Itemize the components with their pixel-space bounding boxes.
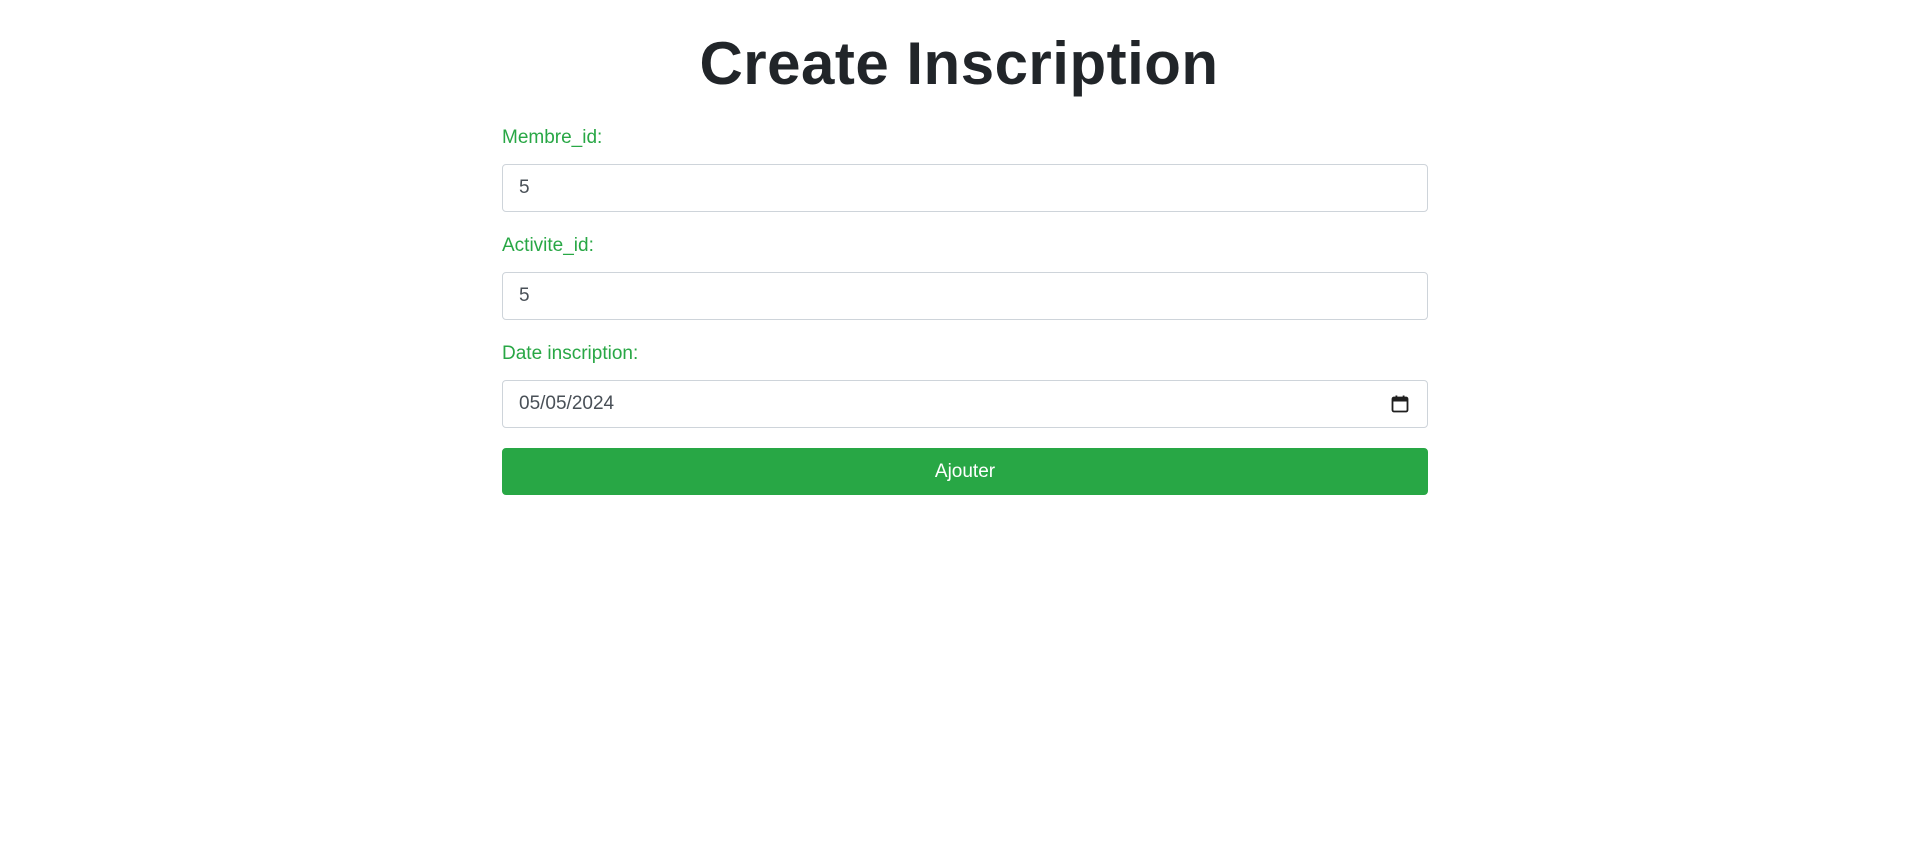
activite-id-field-group: Activite_id: 5 [502, 232, 1428, 320]
calendar-icon[interactable] [1391, 395, 1409, 413]
calendar-icon-svg [1391, 395, 1409, 413]
date-inscription-label: Date inscription: [502, 343, 639, 364]
membre-id-input[interactable]: 5 [502, 164, 1428, 212]
page: Create Inscription Membre_id: 5 Activite… [0, 0, 1918, 855]
ajouter-button[interactable]: Ajouter [502, 448, 1428, 495]
membre-id-value: 5 [519, 177, 530, 198]
date-inscription-field-group: Date inscription: 05/05/2024 [502, 340, 1428, 428]
date-inscription-value: 05/05/2024 [519, 393, 615, 414]
page-title: Create Inscription [699, 30, 1219, 97]
activite-id-label: Activite_id: [502, 235, 594, 256]
inscription-form: Membre_id: 5 Activite_id: 5 Date inscrip… [502, 124, 1428, 495]
membre-id-field-group: Membre_id: 5 [502, 124, 1428, 212]
activite-id-value: 5 [519, 285, 530, 306]
date-inscription-input[interactable]: 05/05/2024 [502, 380, 1428, 428]
membre-id-label: Membre_id: [502, 127, 603, 148]
activite-id-input[interactable]: 5 [502, 272, 1428, 320]
